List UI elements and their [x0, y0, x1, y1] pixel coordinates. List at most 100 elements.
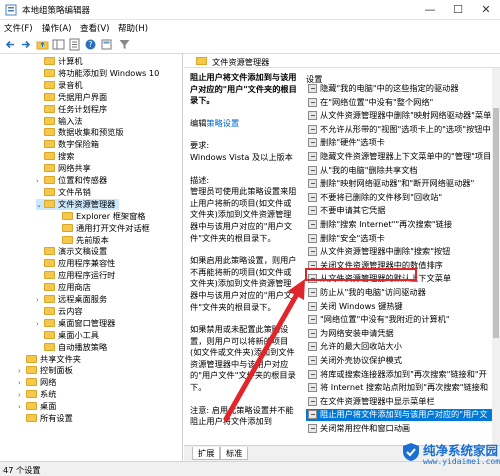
setting-row[interactable]: 不要申请其它凭据 — [306, 205, 492, 216]
tab-extended[interactable]: 扩展 — [192, 447, 221, 460]
forward-icon[interactable] — [19, 38, 32, 51]
setting-label: "网络位置"中没有"我附近的计算机" — [320, 314, 450, 325]
minimize-button[interactable]: — — [416, 0, 444, 20]
setting-row[interactable]: 从文件资源管理器中删除"搜索"按钮 — [306, 246, 492, 257]
tree-item[interactable]: 凭据用户界面 — [36, 92, 107, 103]
tree-item[interactable]: Explorer 框架窗格 — [54, 211, 145, 222]
tree-item[interactable]: 演示文稿设置 — [36, 246, 107, 257]
setting-row[interactable]: 删除"映射网络驱动器"和"断开网络驱动器" — [306, 178, 492, 189]
tree-item[interactable]: 将功能添加到 Windows 10 — [36, 68, 159, 79]
setting-row[interactable]: "网络位置"中没有"我附近的计算机" — [306, 314, 492, 325]
setting-row[interactable]: 从文件资源管理器中删除"映射网络驱动器"菜单 — [306, 110, 492, 121]
tree-item[interactable]: › 桌面 — [18, 401, 56, 412]
tree-item[interactable]: › 网络 — [18, 377, 56, 388]
tree-item[interactable]: 通用打开文件对话框 — [54, 223, 150, 234]
tree-item-label: 搜索 — [58, 151, 75, 162]
setting-row[interactable]: 关闭常用控件和窗口动画 — [306, 423, 492, 434]
back-icon[interactable] — [4, 38, 17, 51]
setting-row[interactable]: 不要将已删除的文件移到"回收站" — [306, 192, 492, 203]
expand-chevron-icon[interactable]: › — [18, 390, 26, 401]
tree-item[interactable]: 应用商店 — [36, 282, 91, 293]
tab-standard[interactable]: 标准 — [220, 447, 249, 460]
setting-row[interactable]: 将库或搜索连接器添加到"再次搜索"链接和"开 — [306, 369, 492, 380]
tree-item[interactable]: 共享文件夹 — [18, 354, 81, 365]
setting-row[interactable]: 在"网络位置"中没有"整个网络" — [306, 97, 492, 108]
properties-icon[interactable] — [68, 38, 81, 51]
setting-row[interactable]: 删除"硬件"选项卡 — [306, 137, 492, 148]
expand-chevron-icon[interactable]: › — [18, 366, 26, 377]
tree-item[interactable]: 数字保险箱 — [36, 139, 99, 150]
expand-chevron-icon[interactable]: › — [36, 319, 44, 330]
setting-row[interactable]: 允许的最大回收站大小 — [306, 341, 492, 352]
setting-row[interactable]: 删除"安全"选项卡 — [306, 233, 492, 244]
close-button[interactable]: ✕ — [472, 0, 500, 20]
expand-chevron-icon[interactable]: › — [18, 402, 26, 413]
show-tree-icon[interactable] — [52, 38, 65, 51]
policy-setting-icon — [308, 247, 317, 257]
tree-item[interactable]: 输入法 — [36, 116, 83, 127]
setting-label: 关闭常用控件和窗口动画 — [320, 423, 411, 433]
tree-item[interactable]: › 控制面板 — [18, 365, 73, 376]
setting-row[interactable]: 防止从"我的电脑"访问驱动器 — [306, 287, 492, 298]
tree-item[interactable]: 搜索 — [36, 151, 74, 162]
setting-label: 删除"安全"选项卡 — [320, 232, 385, 243]
tree-item[interactable]: 数据收集和预览版 — [36, 127, 124, 138]
tree-item-label: Explorer 框架窗格 — [76, 210, 146, 221]
settings-scrollbar[interactable] — [492, 68, 500, 445]
setting-label: 隐藏"我的电脑"中的这些指定的驱动器 — [320, 83, 459, 93]
expand-chevron-icon[interactable]: › — [36, 176, 44, 187]
tree-item[interactable]: 云内容 — [36, 306, 83, 317]
tree-item[interactable]: 任务计划程序 — [36, 104, 107, 115]
menu-help[interactable]: 帮助(H) — [118, 22, 148, 34]
tree-item[interactable]: 录音机 — [36, 80, 83, 91]
setting-row[interactable]: 从"我的电脑"删除共享文档 — [306, 165, 492, 176]
tree-item[interactable]: 应用程序运行时 — [36, 270, 115, 281]
tree-item[interactable]: 网络共享 — [36, 163, 91, 174]
maximize-button[interactable]: ☐ — [444, 0, 472, 20]
tree-item-label: 桌面 — [40, 401, 57, 412]
tree-item[interactable]: 所有设置 — [18, 413, 73, 424]
menu-view[interactable]: 查看(V) — [80, 22, 109, 34]
tree-item[interactable]: › 位置和传感器 — [36, 175, 107, 186]
tree-item[interactable]: › 系统 — [18, 389, 56, 400]
tree-item[interactable]: 计算机 — [36, 56, 83, 67]
setting-row[interactable]: 隐藏"我的电脑"中的这些指定的驱动器 — [306, 83, 492, 94]
tree-item-label: 网络共享 — [58, 163, 91, 174]
tree-item[interactable]: 先前版本 — [54, 235, 109, 246]
up-folder-icon[interactable] — [36, 38, 49, 51]
tree-item[interactable]: 桌面小工具 — [36, 330, 99, 341]
setting-row[interactable]: 在文件资源管理器中显示菜单栏 — [306, 396, 492, 407]
setting-row[interactable]: 阻止用户将文件添加到与该用户对应的"用户文 — [306, 409, 492, 421]
policy-setting-icon — [308, 315, 317, 325]
expand-chevron-icon[interactable]: › — [18, 378, 26, 389]
setting-row[interactable]: 关闭外壳协议保护模式 — [306, 355, 492, 366]
edit-prefix: 编辑 — [190, 117, 207, 128]
setting-row[interactable]: 隐藏文件资源管理器上下文菜单中的"管理"项目 — [306, 151, 492, 162]
setting-row[interactable]: 为网络安装申请凭据 — [306, 328, 492, 339]
menu-action[interactable]: 操作(A) — [42, 22, 71, 34]
watermark-url: www.yidaimei.com — [423, 457, 500, 466]
folder-icon — [44, 140, 55, 149]
status-setting-count: 47 个设置 — [3, 465, 41, 475]
tree-item[interactable]: 自动播放策略 — [36, 342, 107, 353]
export-icon[interactable] — [100, 38, 113, 51]
menu-file[interactable]: 文件(F) — [4, 22, 33, 34]
tree-item[interactable]: › 远程桌面服务 — [36, 294, 107, 305]
expand-chevron-icon[interactable]: ⌄ — [36, 200, 44, 211]
tree-item-label: 数据收集和预览版 — [58, 127, 124, 138]
expand-chevron-icon[interactable]: › — [36, 295, 44, 306]
tree-item[interactable]: 文件吊销 — [36, 187, 91, 198]
policy-setting-icon — [308, 192, 317, 202]
help-icon[interactable]: ? — [84, 38, 97, 51]
folder-icon — [44, 295, 55, 303]
tree-item[interactable]: 应用程序兼容性 — [36, 258, 115, 269]
setting-row[interactable]: 删除"搜索 Internet""再次搜索"链接 — [306, 219, 492, 230]
scrollbar-thumb[interactable] — [493, 108, 499, 338]
policy-settings-link[interactable]: 策略设置 — [206, 118, 239, 128]
tree-item[interactable]: › 桌面窗口管理器 — [36, 318, 115, 329]
tree-item[interactable]: ⌄ 文件资源管理器 — [36, 198, 120, 211]
filter-icon[interactable] — [118, 38, 131, 51]
setting-row[interactable]: 不允许从形带的"视图"选项卡上的"选项"按钮中 — [306, 124, 492, 135]
setting-row[interactable]: 关闭 Windows 键热键 — [306, 301, 492, 312]
setting-row[interactable]: 将 Internet 搜索站点附加到"再次搜索"链接和 — [306, 382, 492, 393]
